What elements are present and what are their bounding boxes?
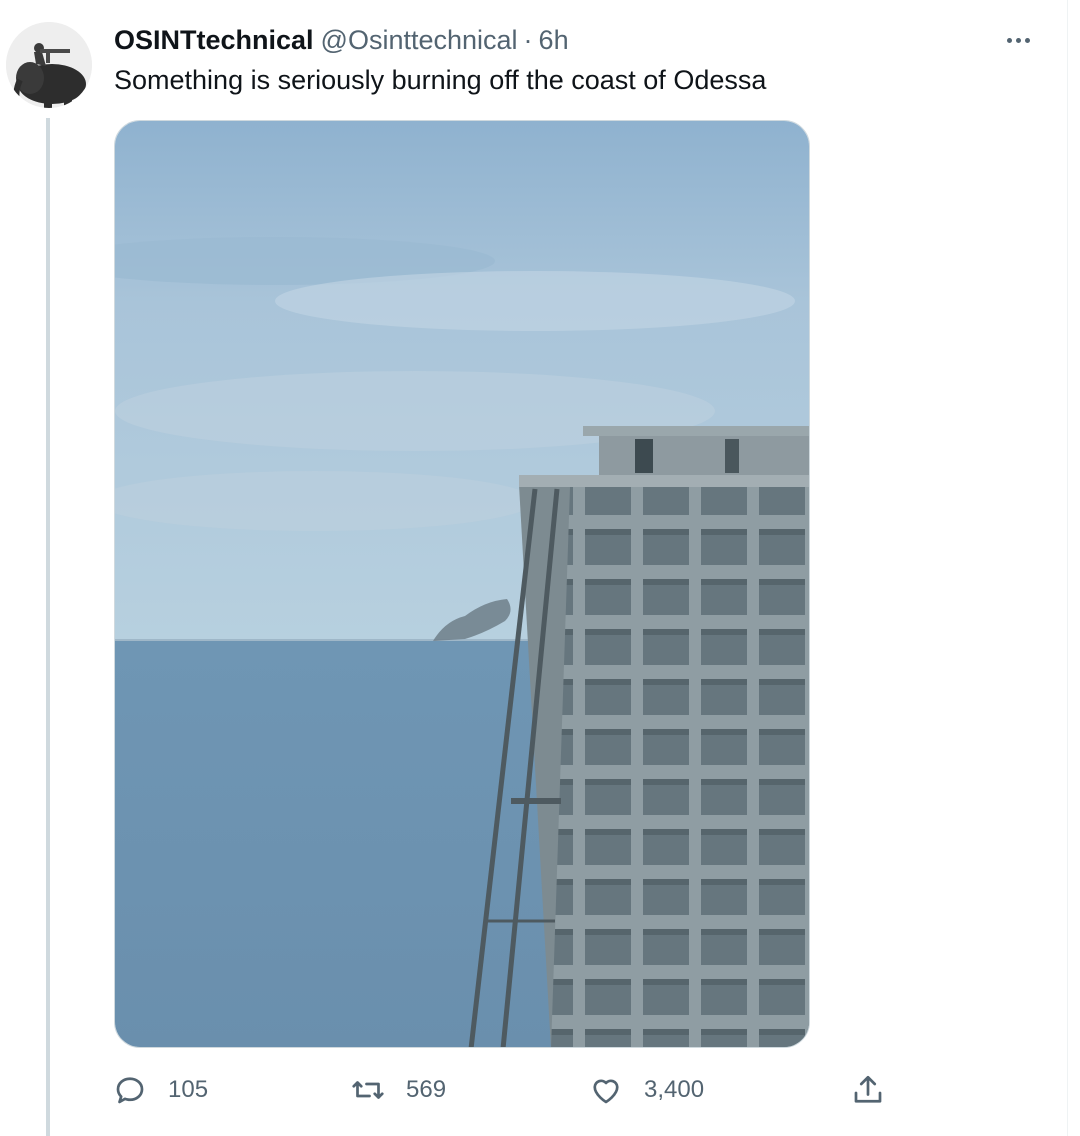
thread-line xyxy=(46,118,50,1136)
tweet-photo[interactable] xyxy=(114,120,810,1048)
author-display-name[interactable]: OSINTtechnical xyxy=(114,25,314,56)
heart-icon xyxy=(593,1079,619,1104)
tweet-actions: 105 569 3,400 xyxy=(0,1064,1080,1116)
reply-count: 105 xyxy=(168,1076,209,1103)
tweet-header: OSINTtechnical @Osinttechnical · 6h xyxy=(114,24,569,56)
avatar-elephant-image xyxy=(6,22,92,108)
retweet-button[interactable]: 569 xyxy=(350,1064,446,1116)
more-dot xyxy=(1024,37,1030,43)
photo-smoke-offshore-building xyxy=(115,121,809,1047)
like-button[interactable]: 3,400 xyxy=(588,1064,704,1116)
column-border xyxy=(1067,0,1068,1136)
reply-button[interactable]: 105 xyxy=(112,1064,208,1116)
author-handle[interactable]: @Osinttechnical xyxy=(321,25,518,56)
avatar[interactable] xyxy=(6,22,92,108)
tweet-timestamp[interactable]: 6h xyxy=(539,25,569,56)
reply-icon xyxy=(116,1077,144,1104)
share-icon xyxy=(854,1075,882,1103)
tweet-text: Something is seriously burning off the c… xyxy=(114,65,767,95)
more-options-button[interactable] xyxy=(998,28,1038,52)
like-count: 3,400 xyxy=(644,1076,705,1103)
share-button[interactable] xyxy=(850,1064,886,1116)
retweet-count: 569 xyxy=(406,1076,447,1103)
more-dot xyxy=(1015,37,1021,43)
more-horizontal-icon xyxy=(1006,37,1012,43)
header-separator: · xyxy=(523,24,533,55)
retweet-icon xyxy=(352,1081,384,1099)
